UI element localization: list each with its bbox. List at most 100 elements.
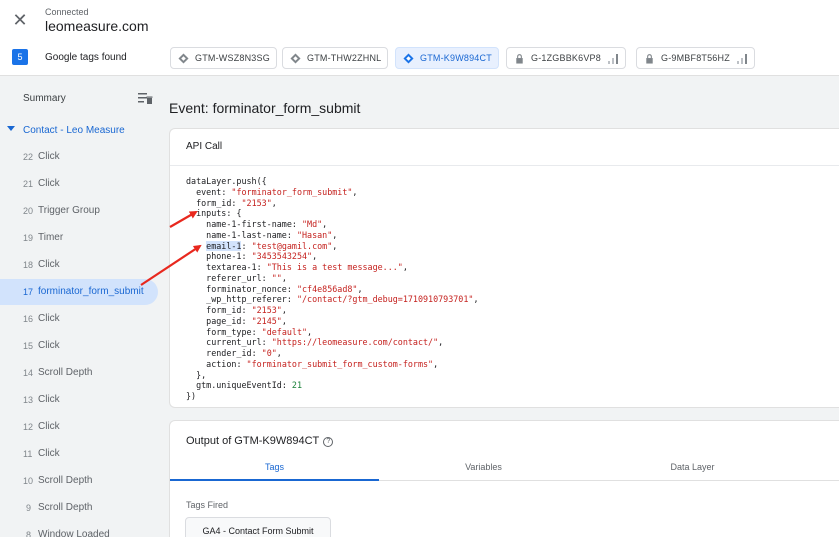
event-label: Scroll Depth <box>38 502 93 513</box>
api-call-header: API Call <box>170 129 839 166</box>
code-key: render_id <box>206 348 252 358</box>
code-string: "default" <box>261 326 308 337</box>
fired-tag-card[interactable]: GA4 - Contact Form Submit <box>185 517 331 537</box>
code-string: "Md" <box>301 219 323 229</box>
caret-down-icon <box>7 126 15 131</box>
event-label: forminator_form_submit <box>38 286 144 297</box>
code-line: dataLayer.push({ <box>186 176 478 187</box>
sidebar-event-21[interactable]: 21 Click <box>0 171 158 197</box>
gtm-icon <box>290 53 301 64</box>
close-icon[interactable]: ✕ <box>10 10 30 30</box>
tags-found-label: Google tags found <box>45 52 127 63</box>
summary-item[interactable]: Summary <box>0 90 160 108</box>
code-string: "0" <box>261 348 277 358</box>
code-line: inputs: { <box>196 208 242 219</box>
event-number: 18 <box>23 260 34 270</box>
event-number: 8 <box>26 530 32 537</box>
event-label: Click <box>38 394 60 405</box>
code-string: "This is a test message..." <box>266 262 403 272</box>
code-key: action <box>206 358 237 369</box>
signal-bars-icon <box>607 54 618 64</box>
signal-bars-icon <box>736 54 747 64</box>
code-key: name-1-first-name <box>206 219 292 229</box>
code-line: gtm.uniqueEventId: 21 <box>196 380 302 391</box>
event-number: 13 <box>23 395 34 405</box>
code-line: textarea-1: "This is a test message...", <box>206 262 408 272</box>
event-label: Trigger Group <box>38 205 100 216</box>
code-key: form_id <box>206 305 242 315</box>
event-number: 14 <box>23 368 34 378</box>
tag-chip-g-9mbf8t56hz[interactable]: G-9MBF8T56HZ <box>636 47 755 69</box>
tags-fired-label: Tags Fired <box>186 500 229 510</box>
page-group-contact[interactable]: Contact - Leo Measure <box>0 122 160 140</box>
code-string: "2153" <box>251 305 282 315</box>
summary-label: Summary <box>23 93 66 104</box>
output-card: Output of GTM-K9W894CT? Tags Variables D… <box>169 420 839 537</box>
tab-variables[interactable]: Variables <box>379 455 588 481</box>
sidebar-event-15[interactable]: 15 Click <box>0 333 158 359</box>
clear-list-icon[interactable] <box>137 90 153 106</box>
event-label: Scroll Depth <box>38 475 93 486</box>
code-open: dataLayer.push({ <box>186 176 267 186</box>
tab-tags[interactable]: Tags <box>170 455 379 481</box>
code-string: "forminator_submit_form_custom-forms" <box>246 358 434 369</box>
sidebar-event-12[interactable]: 12 Click <box>0 414 158 440</box>
sidebar-event-17[interactable]: 17 forminator_form_submit <box>0 279 158 305</box>
event-number: 20 <box>23 206 34 216</box>
sidebar-event-8[interactable]: 8 Window Loaded <box>0 522 158 537</box>
sidebar-event-22[interactable]: 22 Click <box>0 144 158 170</box>
event-number: 22 <box>23 152 34 162</box>
code-key: textarea-1 <box>206 262 257 272</box>
code-line: phone-1: "3453543254", <box>206 251 318 262</box>
event-label: Scroll Depth <box>38 367 93 378</box>
code-string: "/contact/?gtm_debug=1710910793701" <box>296 294 474 305</box>
event-number: 12 <box>23 422 34 432</box>
sidebar-event-14[interactable]: 14 Scroll Depth <box>0 360 158 386</box>
tag-chip-gtm-thw2zhnl[interactable]: GTM-THW2ZHNL <box>282 47 389 69</box>
event-number: 17 <box>23 287 34 297</box>
tag-chip-label: GTM-WSZ8N3SG <box>195 53 270 63</box>
help-icon[interactable]: ? <box>323 437 334 447</box>
code-line: page_id: "2145", <box>206 315 287 326</box>
code-string: "2153" <box>241 197 272 208</box>
event-number: 11 <box>23 449 33 459</box>
sidebar-event-11[interactable]: 11 Click <box>0 441 158 467</box>
tab-data-layer[interactable]: Data Layer <box>588 455 797 481</box>
code-line: email-1: "test@gamil.com", <box>206 240 338 251</box>
tag-chip-g-1zgbbk6vp8[interactable]: G-1ZGBBK6VP8 <box>506 47 626 69</box>
sidebar-event-9[interactable]: 9 Scroll Depth <box>0 495 158 521</box>
tag-chip-gtm-k9w894ct[interactable]: GTM-K9W894CT <box>395 47 499 69</box>
code-line: form_type: "default", <box>206 326 313 337</box>
sidebar-event-18[interactable]: 18 Click <box>0 252 158 278</box>
event-label: Click <box>38 421 60 432</box>
code-line: event: "forminator_form_submit", <box>196 186 358 197</box>
api-call-card: API Call dataLayer.push({ event: "formin… <box>169 128 839 408</box>
code-line: form_id: "2153", <box>206 305 287 315</box>
code-key: email-1 <box>206 240 242 251</box>
code-key: name-1-last-name <box>206 229 287 240</box>
tags-count-badge: 5 <box>12 49 28 65</box>
sidebar-event-13[interactable]: 13 Click <box>0 387 158 413</box>
code-line: }) <box>186 391 478 402</box>
code-line: _wp_http_referer: "/contact/?gtm_debug=1… <box>206 294 479 305</box>
sidebar-event-16[interactable]: 16 Click <box>0 306 158 332</box>
code-key: event <box>196 186 222 197</box>
sidebar-event-20[interactable]: 20 Trigger Group <box>0 198 158 224</box>
event-label: Click <box>38 313 60 324</box>
sidebar-event-19[interactable]: 19 Timer <box>0 225 158 251</box>
code-key: inputs <box>196 208 227 219</box>
code-key: gtm.uniqueEventId <box>196 380 282 391</box>
event-label: Click <box>38 259 60 270</box>
code-key: phone-1 <box>206 251 242 262</box>
event-label: Timer <box>38 232 64 243</box>
sidebar-event-10[interactable]: 10 Scroll Depth <box>0 468 158 494</box>
top-bar: ✕ Connected leomeasure.com <box>0 0 839 40</box>
code-line: referer_url: "", <box>206 272 287 283</box>
datalayer-code: dataLayer.push({ event: "forminator_form… <box>186 176 478 402</box>
event-number: 10 <box>23 476 34 486</box>
tag-chip-gtm-wsz8n3sg[interactable]: GTM-WSZ8N3SG <box>170 47 277 69</box>
code-line: name-1-first-name: "Md", <box>206 219 328 229</box>
code-line: name-1-last-name: "Hasan", <box>206 229 338 240</box>
tag-chip-label: G-9MBF8T56HZ <box>661 53 730 63</box>
event-number: 15 <box>23 341 34 351</box>
